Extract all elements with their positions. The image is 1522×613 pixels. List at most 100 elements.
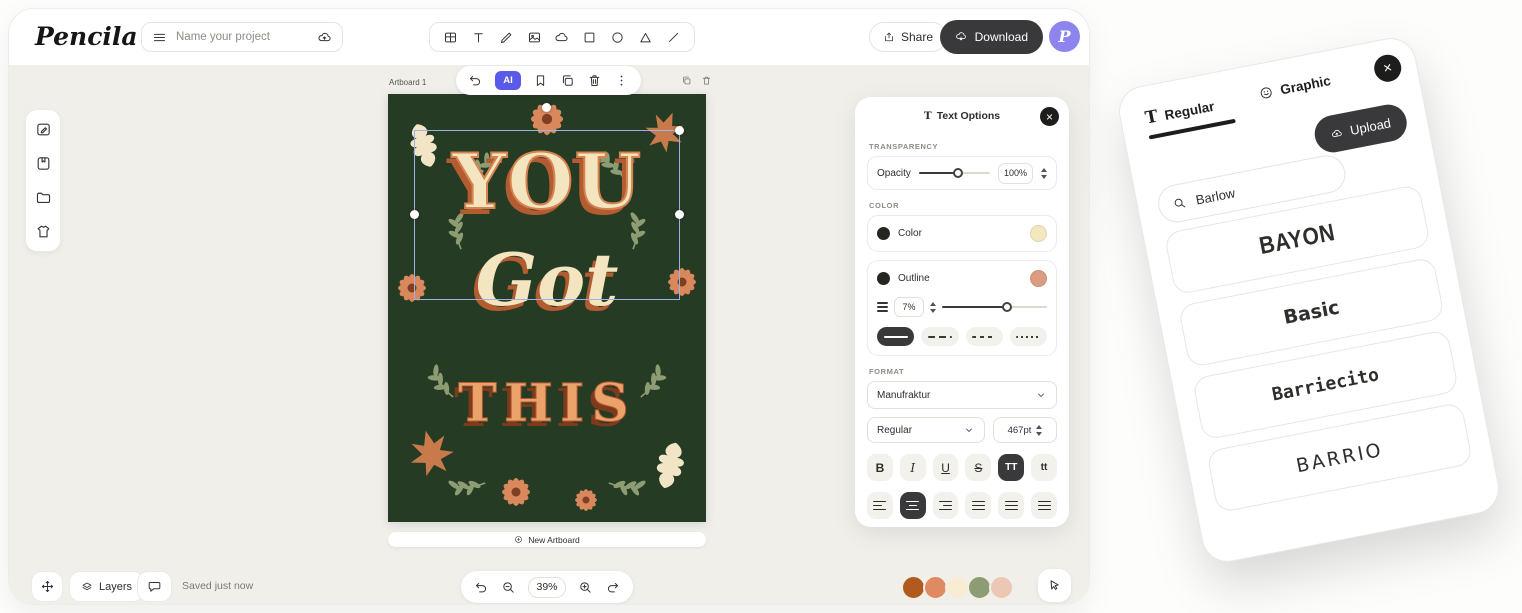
text-style-row: B I U S TT tt [867, 454, 1057, 481]
palette-swatch[interactable] [989, 575, 1014, 600]
opacity-slider[interactable] [919, 172, 990, 174]
text-tool-icon[interactable] [471, 30, 486, 45]
undo-icon[interactable] [474, 580, 489, 595]
selection-box[interactable] [414, 130, 680, 300]
download-button[interactable]: Download [940, 20, 1043, 54]
outline-card: Outline 7% [867, 260, 1057, 356]
align-center-button[interactable] [900, 492, 926, 519]
tab-regular[interactable]: T Regular [1144, 92, 1236, 139]
tshirt-icon[interactable] [35, 223, 52, 240]
zoom-out-icon[interactable] [501, 580, 516, 595]
edit-square-icon[interactable] [35, 121, 52, 138]
align-left-button[interactable] [867, 492, 893, 519]
redo-icon[interactable] [605, 580, 620, 595]
left-side-handle[interactable] [410, 210, 419, 219]
move-tool-button[interactable] [31, 571, 63, 602]
outline-color-swatch[interactable] [1030, 270, 1047, 287]
rotate-handle[interactable] [542, 103, 551, 112]
project-name-input[interactable] [176, 31, 308, 43]
outline-width-stepper[interactable] [930, 302, 936, 313]
font-size-field[interactable]: 467pt [993, 417, 1057, 443]
pen-tool-icon[interactable] [499, 30, 514, 45]
stroke-dashed-button[interactable] [921, 327, 958, 346]
italic-button[interactable]: I [900, 454, 926, 481]
font-size-value: 467pt [1008, 425, 1032, 436]
corner-handle[interactable] [675, 126, 684, 135]
table-tool-icon[interactable] [443, 30, 458, 45]
square-tool-icon[interactable] [582, 30, 597, 45]
line-tool-icon[interactable] [666, 30, 681, 45]
opacity-slider-thumb[interactable] [953, 168, 963, 178]
layers-icon [81, 581, 93, 593]
list-bullet-button[interactable] [998, 492, 1024, 519]
folder-icon[interactable] [35, 189, 52, 206]
share-button[interactable]: Share [869, 22, 947, 52]
font-name: BARRIO [1294, 438, 1385, 476]
right-side-handle[interactable] [675, 210, 684, 219]
color-palette [901, 575, 1014, 600]
layers-button[interactable]: Layers [69, 571, 144, 602]
font-family-select[interactable]: Manufraktur [867, 381, 1057, 409]
close-panel-button[interactable]: × [1040, 107, 1059, 126]
font-weight-select[interactable]: Regular [867, 417, 985, 443]
account-avatar[interactable]: P [1049, 21, 1080, 52]
duplicate-artboard-icon[interactable] [681, 75, 692, 86]
underline-button[interactable]: U [933, 454, 959, 481]
tab-graphic[interactable]: Graphic [1257, 73, 1334, 117]
hamburger-icon[interactable] [152, 30, 167, 45]
stroke-style-row [877, 327, 1047, 346]
font-size-stepper[interactable] [1036, 425, 1042, 436]
artboard-mini-actions [681, 75, 712, 86]
chevron-down-icon [1035, 389, 1047, 401]
comment-button[interactable] [137, 571, 172, 602]
undo-icon[interactable] [468, 73, 483, 88]
stroke-dotted-button[interactable] [1010, 327, 1047, 346]
triangle-tool-icon[interactable] [638, 30, 653, 45]
plus-circle-icon [514, 535, 523, 544]
new-artboard-button[interactable]: New Artboard [388, 532, 706, 547]
select-tool-button[interactable] [1038, 569, 1071, 602]
image-tool-icon[interactable] [527, 30, 542, 45]
outline-slider-thumb[interactable] [1002, 302, 1012, 312]
delete-artboard-icon[interactable] [701, 75, 712, 86]
stroke-dash-medium-button[interactable] [966, 327, 1003, 346]
zoom-level[interactable]: 39% [528, 577, 566, 598]
avatar-letter: P [1058, 27, 1070, 46]
circle-tool-icon[interactable] [610, 30, 625, 45]
strikethrough-button[interactable]: S [965, 454, 991, 481]
project-name-field[interactable] [141, 22, 343, 52]
cloud-upload-icon[interactable] [317, 30, 332, 45]
fill-color-icon [877, 227, 890, 240]
stroke-solid-button[interactable] [877, 327, 914, 346]
duplicate-icon[interactable] [560, 73, 575, 88]
bookmark-file-icon[interactable] [35, 155, 52, 172]
trash-icon[interactable] [587, 73, 602, 88]
artboard-label[interactable]: Artboard 1 [389, 78, 426, 87]
uppercase-button[interactable]: TT [998, 454, 1024, 481]
list-number-button[interactable] [1031, 492, 1057, 519]
saved-status: Saved just now [182, 580, 253, 592]
align-right-button[interactable] [933, 492, 959, 519]
font-search-input[interactable] [1194, 171, 1305, 207]
opacity-value[interactable]: 100% [998, 163, 1033, 184]
opacity-stepper[interactable] [1041, 168, 1047, 179]
upload-font-button[interactable]: Upload [1311, 101, 1410, 155]
fill-color-swatch[interactable] [1030, 225, 1047, 242]
close-font-panel-button[interactable]: × [1372, 52, 1404, 84]
align-justify-button[interactable] [965, 492, 991, 519]
bold-button[interactable]: B [867, 454, 893, 481]
app-window: Pencila Share Downl [8, 8, 1090, 605]
poster-text-this[interactable]: THIS [388, 378, 706, 430]
more-options-icon[interactable] [614, 73, 629, 88]
outline-width-slider[interactable] [942, 306, 1047, 308]
outline-width-value[interactable]: 7% [894, 297, 924, 317]
artboard[interactable]: YOU Got THIS [388, 94, 706, 522]
ai-button[interactable]: AI [495, 71, 521, 90]
cloud-tool-icon[interactable] [554, 30, 569, 45]
zoom-in-icon[interactable] [578, 580, 593, 595]
font-list: BAYON Basic Barriecito BARRIO [1164, 184, 1474, 513]
download-icon [955, 31, 967, 43]
font-picker-panel: × T Regular Graphic Upload BAYON Basic B… [1115, 34, 1504, 567]
lowercase-button[interactable]: tt [1031, 454, 1057, 481]
bookmark-icon[interactable] [533, 73, 548, 88]
